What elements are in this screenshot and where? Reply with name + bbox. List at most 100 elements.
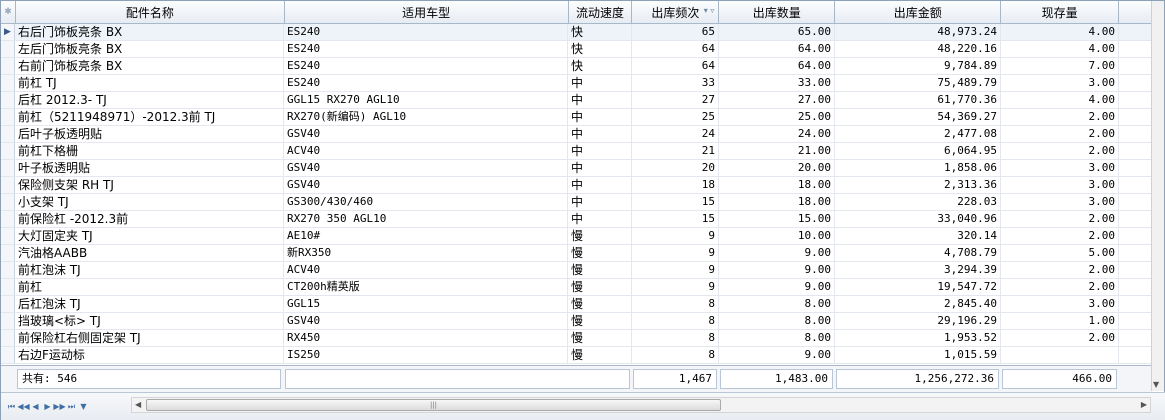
cell-speed[interactable]: 慢 bbox=[568, 330, 632, 346]
row-header[interactable] bbox=[1, 228, 15, 244]
cell-car[interactable]: AE10# bbox=[284, 228, 568, 244]
cell-qty[interactable]: 24.00 bbox=[719, 126, 835, 142]
previous-record-icon[interactable]: ◀ bbox=[30, 400, 41, 414]
table-row[interactable]: 挡玻璃<标> TJ GSV40 慢 8 8.00 29,196.29 1.00 bbox=[1, 313, 1153, 330]
cell-qty[interactable]: 64.00 bbox=[719, 58, 835, 74]
cell-amount[interactable]: 1,858.06 bbox=[835, 160, 1001, 176]
cell-qty[interactable]: 18.00 bbox=[719, 194, 835, 210]
cell-freq[interactable]: 20 bbox=[632, 160, 719, 176]
previous-page-icon[interactable]: ◀◀ bbox=[17, 400, 29, 414]
header-corner-icon[interactable]: ✱ bbox=[1, 1, 16, 23]
cell-name[interactable]: 前杠（5211948971）-2012.3前 TJ bbox=[15, 109, 284, 125]
cell-freq[interactable]: 9 bbox=[632, 228, 719, 244]
cell-speed[interactable]: 慢 bbox=[568, 262, 632, 278]
cell-stock[interactable]: 2.00 bbox=[1001, 143, 1119, 159]
cell-freq[interactable]: 9 bbox=[632, 279, 719, 295]
cell-speed[interactable]: 慢 bbox=[568, 279, 632, 295]
cell-speed[interactable]: 快 bbox=[568, 24, 632, 40]
cell-qty[interactable]: 8.00 bbox=[719, 296, 835, 312]
sort-descending-filter-icon[interactable]: ▾ ▿ bbox=[704, 6, 715, 15]
cell-amount[interactable]: 9,784.89 bbox=[835, 58, 1001, 74]
cell-speed[interactable]: 慢 bbox=[568, 245, 632, 261]
cell-freq[interactable]: 24 bbox=[632, 126, 719, 142]
cell-qty[interactable]: 15.00 bbox=[719, 211, 835, 227]
cell-amount[interactable]: 228.03 bbox=[835, 194, 1001, 210]
cell-amount[interactable]: 2,845.40 bbox=[835, 296, 1001, 312]
table-row[interactable]: 前保险杠 -2012.3前 RX270 350 AGL10 中 15 15.00… bbox=[1, 211, 1153, 228]
cell-amount[interactable]: 29,196.29 bbox=[835, 313, 1001, 329]
cell-qty[interactable]: 20.00 bbox=[719, 160, 835, 176]
cell-freq[interactable]: 8 bbox=[632, 347, 719, 363]
row-header[interactable] bbox=[1, 92, 15, 108]
column-header-speed[interactable]: 流动速度 bbox=[569, 1, 633, 23]
table-row[interactable]: 右前门饰板亮条 BX ES240 快 64 64.00 9,784.89 7.0… bbox=[1, 58, 1153, 75]
cell-stock[interactable]: 4.00 bbox=[1001, 24, 1119, 40]
row-header[interactable] bbox=[1, 330, 15, 346]
vertical-scrollbar[interactable]: ▼ bbox=[1151, 1, 1164, 391]
cell-speed[interactable]: 中 bbox=[568, 126, 632, 142]
row-header[interactable] bbox=[1, 75, 15, 91]
cell-name[interactable]: 右边F运动标 bbox=[15, 347, 284, 363]
cell-qty[interactable]: 33.00 bbox=[719, 75, 835, 91]
cell-amount[interactable]: 320.14 bbox=[835, 228, 1001, 244]
cell-name[interactable]: 小支架 TJ bbox=[15, 194, 284, 210]
cell-car[interactable]: ES240 bbox=[284, 24, 568, 40]
cell-car[interactable]: RX270(新编码) AGL10 bbox=[284, 109, 568, 125]
cell-amount[interactable]: 75,489.79 bbox=[835, 75, 1001, 91]
cell-amount[interactable]: 54,369.27 bbox=[835, 109, 1001, 125]
cell-stock[interactable]: 3.00 bbox=[1001, 177, 1119, 193]
cell-name[interactable]: 前杠泡沫 TJ bbox=[15, 262, 284, 278]
table-row[interactable]: 前杠 CT200h精英版 慢 9 9.00 19,547.72 2.00 bbox=[1, 279, 1153, 296]
cell-car[interactable]: GSV40 bbox=[284, 313, 568, 329]
cell-amount[interactable]: 48,973.24 bbox=[835, 24, 1001, 40]
cell-qty[interactable]: 8.00 bbox=[719, 330, 835, 346]
cell-stock[interactable]: 7.00 bbox=[1001, 58, 1119, 74]
cell-qty[interactable]: 9.00 bbox=[719, 245, 835, 261]
row-header[interactable] bbox=[1, 160, 15, 176]
cell-car[interactable]: GSV40 bbox=[284, 160, 568, 176]
cell-stock[interactable]: 2.00 bbox=[1001, 211, 1119, 227]
scroll-down-icon[interactable]: ▼ bbox=[1153, 380, 1159, 389]
cell-qty[interactable]: 21.00 bbox=[719, 143, 835, 159]
cell-speed[interactable]: 中 bbox=[568, 160, 632, 176]
table-row[interactable]: 前保险杠右侧固定架 TJ RX450 慢 8 8.00 1,953.52 2.0… bbox=[1, 330, 1153, 347]
row-header[interactable] bbox=[1, 194, 15, 210]
column-header-qty[interactable]: 出库数量 bbox=[719, 1, 836, 23]
row-header[interactable] bbox=[1, 211, 15, 227]
column-header-amount[interactable]: 出库金额 bbox=[835, 1, 1002, 23]
cell-speed[interactable]: 慢 bbox=[568, 313, 632, 329]
table-row[interactable]: 大灯固定夹 TJ AE10# 慢 9 10.00 320.14 2.00 bbox=[1, 228, 1153, 245]
cell-speed[interactable]: 快 bbox=[568, 58, 632, 74]
cell-speed[interactable]: 慢 bbox=[568, 296, 632, 312]
last-page-icon[interactable]: ⏭ bbox=[66, 400, 77, 414]
row-header[interactable] bbox=[1, 177, 15, 193]
cell-freq[interactable]: 9 bbox=[632, 262, 719, 278]
cell-stock[interactable]: 4.00 bbox=[1001, 41, 1119, 57]
cell-stock[interactable] bbox=[1001, 347, 1119, 363]
cell-speed[interactable]: 中 bbox=[568, 109, 632, 125]
cell-stock[interactable]: 4.00 bbox=[1001, 92, 1119, 108]
cell-car[interactable]: GGL15 RX270 AGL10 bbox=[284, 92, 568, 108]
cell-stock[interactable]: 3.00 bbox=[1001, 296, 1119, 312]
cell-stock[interactable]: 3.00 bbox=[1001, 194, 1119, 210]
row-header[interactable] bbox=[1, 245, 15, 261]
cell-name[interactable]: 前保险杠右侧固定架 TJ bbox=[15, 330, 284, 346]
row-header[interactable] bbox=[1, 279, 15, 295]
table-row[interactable]: 右边F运动标 IS250 慢 8 9.00 1,015.59 bbox=[1, 347, 1153, 364]
row-header[interactable] bbox=[1, 58, 15, 74]
cell-qty[interactable]: 10.00 bbox=[719, 228, 835, 244]
cell-name[interactable]: 后叶子板透明贴 bbox=[15, 126, 284, 142]
cell-freq[interactable]: 64 bbox=[632, 58, 719, 74]
cell-car[interactable]: RX450 bbox=[284, 330, 568, 346]
cell-speed[interactable]: 慢 bbox=[568, 347, 632, 363]
cell-name[interactable]: 前杠 bbox=[15, 279, 284, 295]
cell-speed[interactable]: 慢 bbox=[568, 228, 632, 244]
cell-stock[interactable]: 1.00 bbox=[1001, 313, 1119, 329]
cell-car[interactable]: GSV40 bbox=[284, 126, 568, 142]
cell-qty[interactable]: 18.00 bbox=[719, 177, 835, 193]
cell-speed[interactable]: 中 bbox=[568, 92, 632, 108]
cell-car[interactable]: ES240 bbox=[284, 41, 568, 57]
cell-amount[interactable]: 4,708.79 bbox=[835, 245, 1001, 261]
table-row[interactable]: 汽油格AABB 新RX350 慢 9 9.00 4,708.79 5.00 bbox=[1, 245, 1153, 262]
cell-name[interactable]: 叶子板透明贴 bbox=[15, 160, 284, 176]
